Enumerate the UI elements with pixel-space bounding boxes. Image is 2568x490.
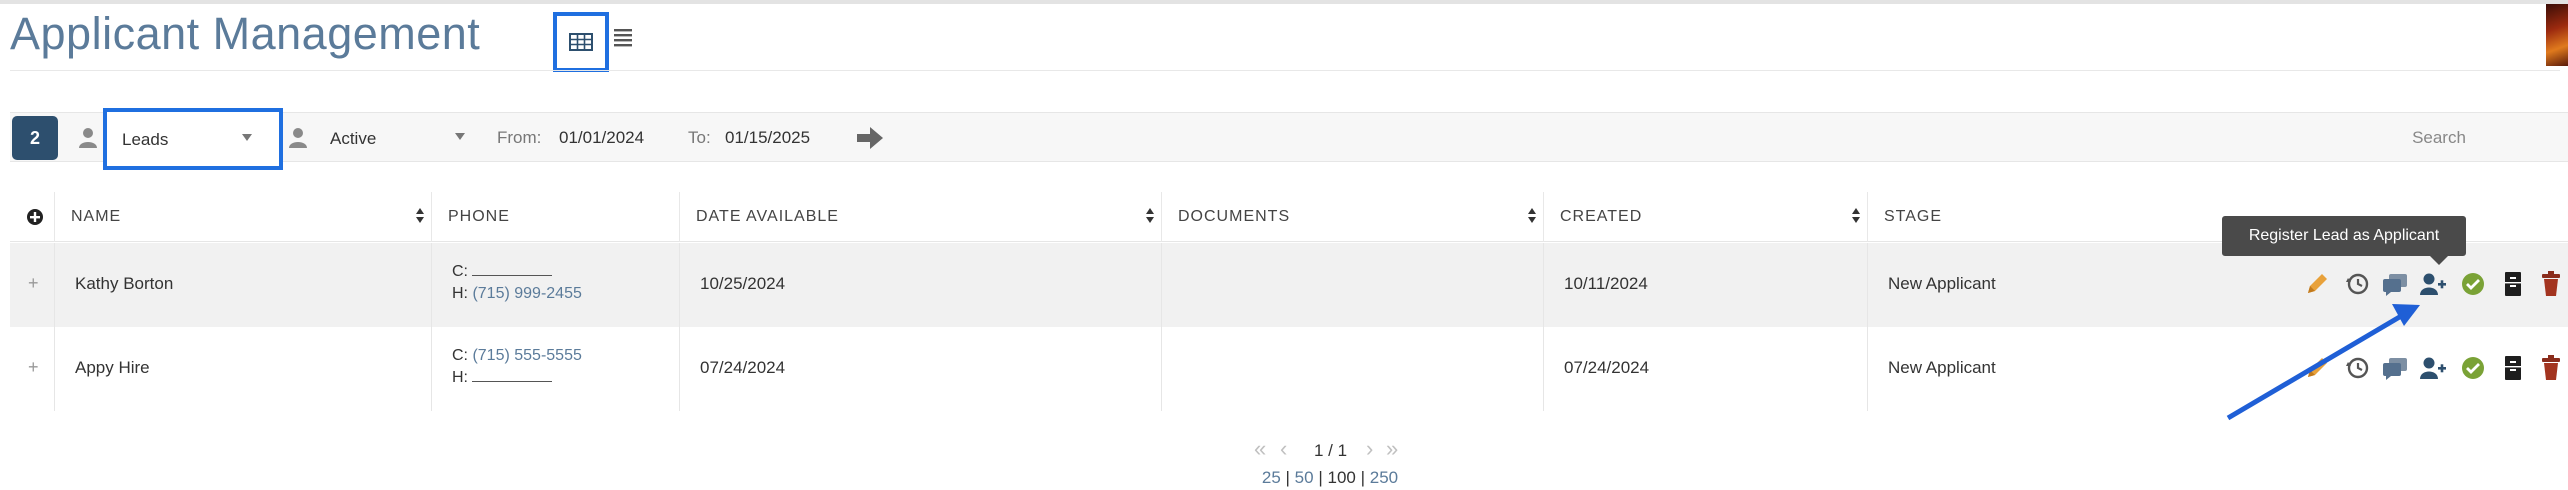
list-view-icon xyxy=(614,29,632,47)
check-circle-icon xyxy=(2462,357,2484,379)
phone-cell: C: (715) 555-5555 H: xyxy=(431,327,679,411)
created-cell: 10/11/2024 xyxy=(1543,243,1867,327)
stage-cell: New Applicant xyxy=(1867,327,2302,411)
status-select[interactable]: Active xyxy=(318,119,478,157)
arrow-right-icon[interactable] xyxy=(856,125,884,151)
sort-icon xyxy=(1528,207,1536,225)
list-view-button[interactable] xyxy=(612,26,634,50)
sort-icon xyxy=(416,207,424,225)
archive-button[interactable] xyxy=(2498,353,2528,383)
sort-icon xyxy=(1146,207,1154,225)
column-header-name[interactable]: NAME xyxy=(54,192,431,242)
to-label: To: xyxy=(688,128,711,147)
expand-row-button[interactable]: + xyxy=(28,273,39,294)
from-label: From: xyxy=(497,128,542,147)
archive-button[interactable] xyxy=(2498,269,2528,299)
page-title: Applicant Management xyxy=(10,8,481,59)
table-header: NAME PHONE DATE AVAILABLE DOCUMENTS CREA… xyxy=(10,192,2568,242)
chat-icon xyxy=(2383,274,2407,296)
page-size-50[interactable]: 50 xyxy=(1295,468,1314,487)
home-phone-link[interactable]: (715) 999-2455 xyxy=(472,285,581,302)
page-size-250[interactable]: 250 xyxy=(1370,468,1398,487)
avatar[interactable] xyxy=(2546,4,2568,66)
history-button[interactable] xyxy=(2342,353,2372,383)
chevron-down-icon xyxy=(455,133,465,140)
messages-button[interactable] xyxy=(2380,269,2410,299)
row-actions xyxy=(2302,269,2568,303)
register-lead-button[interactable] xyxy=(2418,353,2448,383)
count-badge: 2 xyxy=(12,116,58,160)
approve-button[interactable] xyxy=(2458,269,2488,299)
column-header-created[interactable]: CREATED xyxy=(1543,192,1867,242)
page-size-25[interactable]: 25 xyxy=(1262,468,1281,487)
tooltip: Register Lead as Applicant xyxy=(2222,216,2466,265)
documents-cell xyxy=(1161,243,1543,327)
type-select-value: Leads xyxy=(122,130,169,149)
first-page-icon[interactable]: « xyxy=(1254,438,1266,460)
chevron-down-icon xyxy=(242,134,252,141)
edit-button[interactable] xyxy=(2302,269,2332,299)
sort-icon xyxy=(1852,207,1860,225)
row-actions xyxy=(2302,353,2568,387)
documents-cell xyxy=(1161,327,1543,411)
trash-icon xyxy=(2542,355,2560,380)
top-rule xyxy=(0,0,2568,4)
user-plus-icon xyxy=(2420,273,2446,295)
page-size-options: 25 | 50 | 100 | 250 xyxy=(1261,468,1399,487)
table-row[interactable]: + Appy Hire C: (715) 555-5555 H: 07/24/2… xyxy=(10,327,2568,411)
history-icon xyxy=(2346,357,2369,379)
grid-view-icon xyxy=(569,33,593,51)
history-button[interactable] xyxy=(2342,269,2372,299)
user-icon xyxy=(289,128,307,148)
phone-cell: C: H: (715) 999-2455 xyxy=(431,243,679,327)
column-header-phone[interactable]: PHONE xyxy=(431,192,679,242)
date-available-cell: 10/25/2024 xyxy=(679,243,1161,327)
status-select-value: Active xyxy=(330,129,377,148)
pencil-icon xyxy=(2308,274,2327,293)
page-indicator: 1 / 1 xyxy=(1314,441,1348,460)
prev-page-icon[interactable]: ‹ xyxy=(1280,438,1287,460)
delete-button[interactable] xyxy=(2536,269,2566,299)
page-size-100[interactable]: 100 xyxy=(1327,468,1355,487)
delete-button[interactable] xyxy=(2536,353,2566,383)
column-header-documents[interactable]: DOCUMENTS xyxy=(1161,192,1543,242)
type-select[interactable]: Leads xyxy=(103,108,283,170)
plus-circle-icon[interactable] xyxy=(26,208,44,226)
pencil-icon xyxy=(2308,358,2327,377)
filter-bar: 2 Leads Active From: 01/01/2024 To: 01/1… xyxy=(10,108,2568,170)
chat-icon xyxy=(2383,358,2407,380)
cabinet-icon xyxy=(2505,272,2521,296)
user-plus-icon xyxy=(2420,357,2446,379)
grid-view-button[interactable] xyxy=(553,12,609,72)
approve-button[interactable] xyxy=(2458,353,2488,383)
name-cell: Kathy Borton xyxy=(54,243,431,327)
register-lead-button[interactable] xyxy=(2418,269,2448,299)
table-row[interactable]: + Kathy Borton C: H: (715) 999-2455 10/2… xyxy=(10,243,2568,327)
user-icon xyxy=(79,128,97,148)
trash-icon xyxy=(2542,271,2560,296)
date-available-cell: 07/24/2024 xyxy=(679,327,1161,411)
cabinet-icon xyxy=(2505,356,2521,380)
search-input[interactable] xyxy=(2310,120,2568,156)
name-cell: Appy Hire xyxy=(54,327,431,411)
column-header-date-available[interactable]: DATE AVAILABLE xyxy=(679,192,1161,242)
messages-button[interactable] xyxy=(2380,353,2410,383)
from-date-field[interactable]: 01/01/2024 xyxy=(559,128,644,148)
edit-button[interactable] xyxy=(2302,353,2332,383)
header-divider xyxy=(10,70,2560,71)
last-page-icon[interactable]: » xyxy=(1386,438,1398,460)
pagination: « ‹ 1 / 1 › » 25 | 50 | 100 | 250 xyxy=(1240,434,1420,490)
expand-row-button[interactable]: + xyxy=(28,357,39,378)
cell-phone-link[interactable]: (715) 555-5555 xyxy=(472,347,581,364)
history-icon xyxy=(2346,273,2369,295)
to-date-field[interactable]: 01/15/2025 xyxy=(725,128,810,148)
next-page-icon[interactable]: › xyxy=(1366,438,1373,460)
check-circle-icon xyxy=(2462,273,2484,295)
created-cell: 07/24/2024 xyxy=(1543,327,1867,411)
